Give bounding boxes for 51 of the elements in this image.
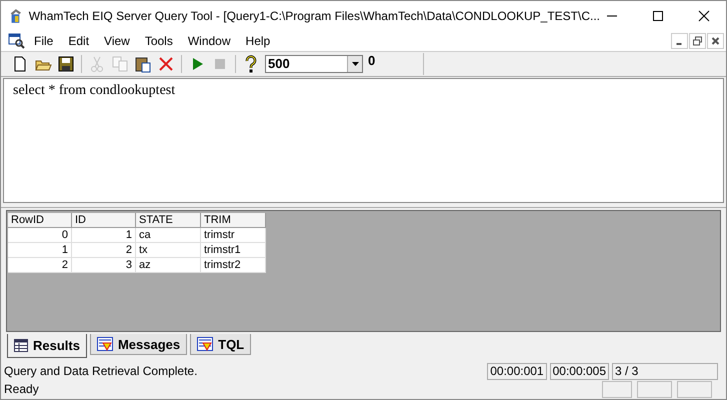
status-text: Ready <box>3 382 40 396</box>
menu-item[interactable]: Help <box>238 34 278 48</box>
status-pane <box>677 380 712 398</box>
menu-item[interactable]: View <box>96 34 137 48</box>
row-counter: 3 / 3 <box>612 362 718 380</box>
table-icon <box>14 339 28 352</box>
table-cell: ca <box>136 228 200 242</box>
query-editor[interactable]: select * from condlookuptest <box>3 78 724 203</box>
column-header[interactable]: RowID <box>8 213 72 228</box>
minimize-icon[interactable] <box>671 33 688 49</box>
status-message: Query and Data Retrieval Complete. <box>3 364 198 378</box>
document-icon <box>197 337 214 351</box>
app-icon <box>9 7 23 25</box>
tab[interactable]: Results <box>7 334 87 358</box>
row-limit-dropdown[interactable]: 500 <box>265 55 363 73</box>
caret-icon <box>352 62 358 66</box>
table-cell: trimstr1 <box>200 242 266 258</box>
document-search-icon[interactable] <box>8 33 26 49</box>
document-icon <box>96 337 113 351</box>
maximize-icon[interactable] <box>652 10 664 22</box>
table-cell: trimstr2 <box>200 258 266 272</box>
table-cell: tx <box>136 242 200 258</box>
column-header[interactable]: TRIM <box>200 213 266 228</box>
row-count: 0 <box>368 53 424 75</box>
menu-item[interactable]: Edit <box>60 34 96 48</box>
restore-icon[interactable] <box>689 33 706 49</box>
elapsed-time: 00:00:005 <box>550 362 609 380</box>
table-cell: 0 <box>8 228 72 242</box>
elapsed-time: 00:00:001 <box>487 362 547 380</box>
table-cell: 1 <box>72 228 136 242</box>
table-cell: 2 <box>8 258 72 272</box>
table-cell: trimstr <box>200 228 266 242</box>
tab[interactable]: TQL <box>190 334 252 355</box>
status-pane <box>637 380 672 398</box>
menu-item[interactable]: Tools <box>136 34 180 48</box>
table-cell: 1 <box>8 242 72 258</box>
query-text: select * from condlookuptest <box>13 83 176 98</box>
table-cell: 2 <box>72 242 136 258</box>
close-icon[interactable] <box>698 10 710 22</box>
paste-icon[interactable] <box>134 55 152 73</box>
status-pane <box>602 380 632 398</box>
menu-item[interactable]: File <box>26 34 60 48</box>
tab[interactable]: Messages <box>90 334 188 355</box>
window-title: WhamTech EIQ Server Query Tool - [Query1-C:\Program Files\WhamTech\Data\CONDLOOKUP_TEST\C... <box>28 9 600 23</box>
menu-item[interactable]: Window <box>180 34 238 48</box>
delete-icon[interactable] <box>157 55 175 73</box>
column-header[interactable]: STATE <box>136 213 200 228</box>
table-cell: az <box>136 258 200 272</box>
save-icon[interactable] <box>57 55 75 73</box>
column-header[interactable]: ID <box>72 213 136 228</box>
table-cell: 3 <box>72 258 136 272</box>
